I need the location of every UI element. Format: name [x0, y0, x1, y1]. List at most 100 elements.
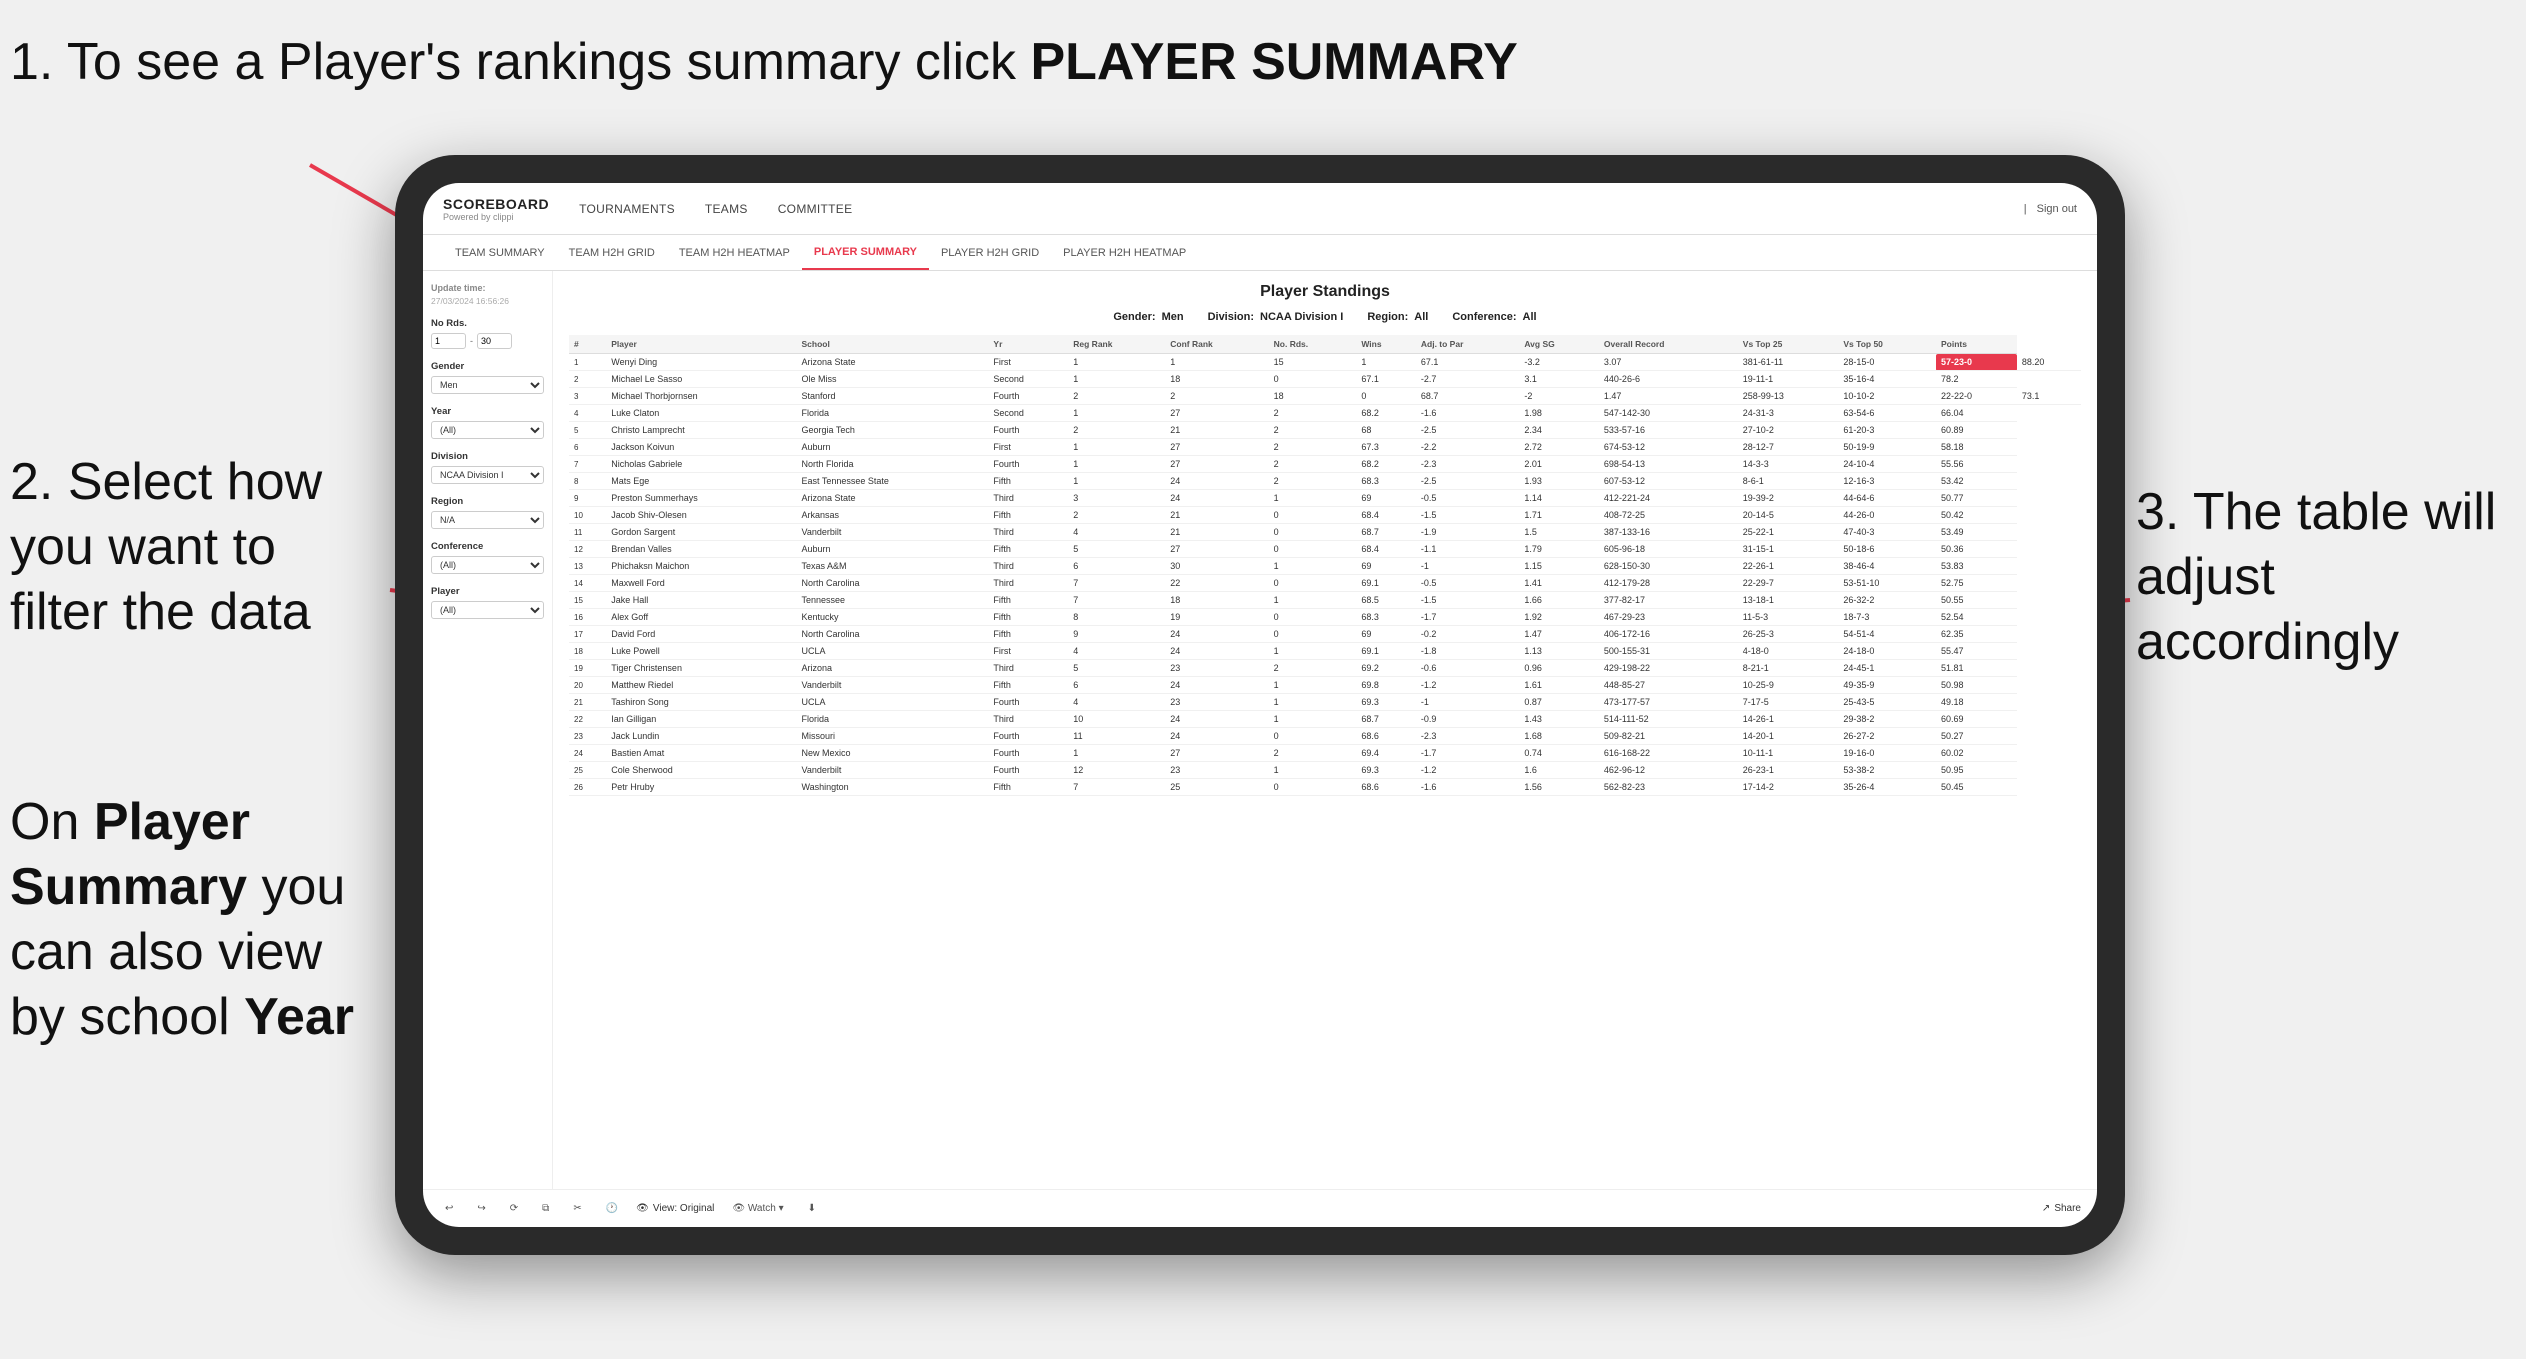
- table-cell: 25-22-1: [1738, 524, 1839, 541]
- table-cell: 2: [1269, 405, 1357, 422]
- table-cell: Auburn: [796, 541, 988, 558]
- table-cell: 24: [1165, 626, 1268, 643]
- copy-btn[interactable]: ⧉: [536, 1201, 555, 1216]
- nav-teams[interactable]: TEAMS: [705, 198, 748, 220]
- nav-committee[interactable]: COMMITTEE: [778, 198, 853, 220]
- player-select[interactable]: (All): [431, 601, 544, 619]
- table-cell: 73.1: [2017, 388, 2081, 405]
- region-display: Region: All: [1367, 311, 1428, 323]
- crop-btn[interactable]: ✂: [567, 1201, 587, 1216]
- redo-btn[interactable]: ↪: [471, 1201, 491, 1216]
- watch-btn[interactable]: 👁 Watch ▾: [726, 1201, 789, 1216]
- table-cell: 68.7: [1356, 524, 1416, 541]
- table-cell: 23: [1165, 762, 1268, 779]
- table-cell: 1: [1068, 354, 1165, 371]
- table-cell: Alex Goff: [606, 609, 796, 626]
- filters-display-row: Gender: Men Division: NCAA Division I Re…: [569, 311, 2081, 323]
- table-cell: 68.7: [1356, 711, 1416, 728]
- update-time: 27/03/2024 16:56:26: [431, 296, 544, 306]
- subnav-player-h2h-heatmap[interactable]: PLAYER H2H HEATMAP: [1051, 235, 1198, 270]
- sign-out-link[interactable]: Sign out: [2037, 203, 2077, 215]
- gender-select[interactable]: Men Women: [431, 376, 544, 394]
- table-cell: 53-38-2: [1838, 762, 1936, 779]
- table-cell: 60.89: [1936, 422, 2017, 439]
- table-cell: 69.8: [1356, 677, 1416, 694]
- table-cell: 1: [1165, 354, 1268, 371]
- table-cell: 20: [569, 677, 606, 694]
- conference-display-label: Conference:: [1452, 311, 1516, 323]
- refresh-btn[interactable]: ⟳: [504, 1201, 524, 1216]
- conference-select[interactable]: (All) ACC SEC Pac-12: [431, 556, 544, 574]
- table-cell: Third: [988, 660, 1068, 677]
- table-cell: Fourth: [988, 422, 1068, 439]
- filter-player: Player (All): [431, 586, 544, 619]
- subnav-team-summary[interactable]: TEAM SUMMARY: [443, 235, 557, 270]
- table-cell: Fifth: [988, 626, 1068, 643]
- table-cell: 22-22-0: [1936, 388, 2017, 405]
- no-rds-max[interactable]: [477, 333, 512, 349]
- table-cell: 1: [569, 354, 606, 371]
- col-points: Points: [1936, 335, 2017, 354]
- table-cell: 3.07: [1599, 354, 1738, 371]
- subnav-team-h2h-grid[interactable]: TEAM H2H GRID: [557, 235, 667, 270]
- division-select[interactable]: NCAA Division I NCAA Division II NCAA Di…: [431, 466, 544, 484]
- table-cell: Nicholas Gabriele: [606, 456, 796, 473]
- view-original-btn[interactable]: 👁 View: Original: [636, 1203, 714, 1214]
- table-cell: 1.93: [1519, 473, 1599, 490]
- table-cell: 62.35: [1936, 626, 2017, 643]
- nav-tournaments[interactable]: TOURNAMENTS: [579, 198, 675, 220]
- table-cell: 0: [1269, 524, 1357, 541]
- subnav-team-h2h-heatmap[interactable]: TEAM H2H HEATMAP: [667, 235, 802, 270]
- table-cell: Georgia Tech: [796, 422, 988, 439]
- undo-btn[interactable]: ↩: [439, 1201, 459, 1216]
- table-cell: 605-96-18: [1599, 541, 1738, 558]
- table-row: 14Maxwell FordNorth CarolinaThird722069.…: [569, 575, 2081, 592]
- region-select[interactable]: N/A All: [431, 511, 544, 529]
- table-cell: 69.2: [1356, 660, 1416, 677]
- table-cell: Preston Summerhays: [606, 490, 796, 507]
- no-rds-min[interactable]: [431, 333, 466, 349]
- subnav-player-h2h-grid[interactable]: PLAYER H2H GRID: [929, 235, 1051, 270]
- download-btn[interactable]: ⬇: [802, 1201, 822, 1216]
- table-cell: 8-6-1: [1738, 473, 1839, 490]
- table-cell: Matthew Riedel: [606, 677, 796, 694]
- table-row: 15Jake HallTennesseeFifth718168.5-1.51.6…: [569, 592, 2081, 609]
- table-cell: -1.7: [1416, 609, 1519, 626]
- table-cell: 19-16-0: [1838, 745, 1936, 762]
- table-cell: 467-29-23: [1599, 609, 1738, 626]
- table-cell: 4-18-0: [1738, 643, 1839, 660]
- table-cell: 21: [569, 694, 606, 711]
- table-cell: 10-10-2: [1838, 388, 1936, 405]
- clock-btn[interactable]: 🕐: [600, 1201, 624, 1216]
- table-cell: 0: [1269, 779, 1357, 796]
- table-cell: -0.6: [1416, 660, 1519, 677]
- table-cell: 2: [1269, 422, 1357, 439]
- table-cell: North Florida: [796, 456, 988, 473]
- table-cell: 10: [1068, 711, 1165, 728]
- table-cell: 24-10-4: [1838, 456, 1936, 473]
- subnav-player-summary[interactable]: PLAYER SUMMARY: [802, 235, 929, 270]
- table-cell: Arizona State: [796, 490, 988, 507]
- table-cell: Brendan Valles: [606, 541, 796, 558]
- annotation-step1: 1. To see a Player's rankings summary cl…: [10, 30, 1518, 95]
- table-cell: 8: [569, 473, 606, 490]
- share-btn[interactable]: ↗ Share: [2042, 1203, 2081, 1214]
- table-cell: Missouri: [796, 728, 988, 745]
- table-cell: 14-20-1: [1738, 728, 1839, 745]
- table-cell: 69.1: [1356, 575, 1416, 592]
- table-cell: Fourth: [988, 762, 1068, 779]
- table-cell: 4: [569, 405, 606, 422]
- year-select[interactable]: (All) First Second Third Fourth Fifth: [431, 421, 544, 439]
- table-cell: 69: [1356, 558, 1416, 575]
- table-cell: 50.27: [1936, 728, 2017, 745]
- table-cell: 1: [1269, 558, 1357, 575]
- table-body: 1Wenyi DingArizona StateFirst1115167.1-3…: [569, 354, 2081, 796]
- table-cell: 60.02: [1936, 745, 2017, 762]
- table-cell: Fifth: [988, 677, 1068, 694]
- table-cell: Fourth: [988, 728, 1068, 745]
- col-top25: Vs Top 25: [1738, 335, 1839, 354]
- table-cell: 67.3: [1356, 439, 1416, 456]
- view-label: View: Original: [653, 1203, 715, 1214]
- step2-text: Select how you want to filter the data: [10, 453, 322, 641]
- table-cell: 38-46-4: [1838, 558, 1936, 575]
